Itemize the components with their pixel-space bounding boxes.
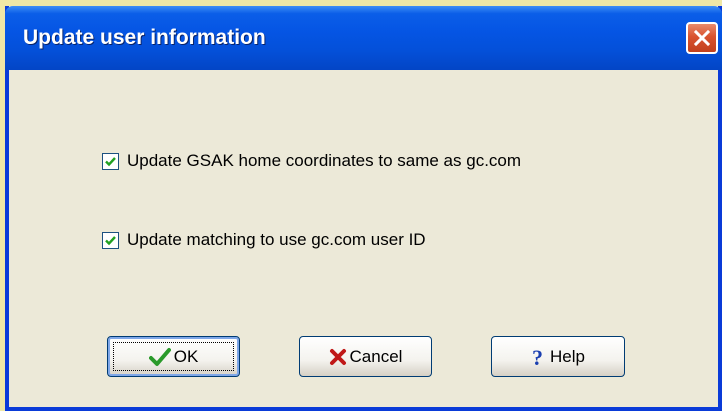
focus-rectangle [113, 342, 234, 371]
question-mark-icon: ? [531, 346, 547, 368]
checkmark-icon [105, 235, 116, 245]
home-coordinates-checkbox[interactable] [102, 152, 119, 170]
checkmark-icon [105, 156, 116, 166]
matching-label: Update matching to use gc.com user ID [127, 230, 426, 249]
matching-checkbox[interactable] [102, 231, 119, 249]
home-coordinates-label: Update GSAK home coordinates to same as … [127, 151, 522, 170]
dialog-body: Update GSAK home coordinates to same as … [9, 70, 718, 407]
option-update-home-coordinates[interactable]: Update GSAK home coordinates to same as … [102, 151, 521, 171]
close-button[interactable] [686, 22, 718, 54]
title-bar[interactable]: Update user information [5, 6, 722, 70]
dialog-window: Update user information Update GSAK home… [5, 6, 722, 411]
option-update-matching[interactable]: Update matching to use gc.com user ID [102, 230, 426, 250]
ok-button[interactable]: OK [107, 336, 240, 377]
cancel-label: Cancel [349, 346, 403, 366]
help-label: Help [550, 346, 585, 366]
cancel-button[interactable]: Cancel [299, 336, 432, 377]
help-button[interactable]: ? Help [491, 336, 625, 377]
dialog-title: Update user information [23, 26, 266, 49]
close-icon [693, 29, 711, 47]
svg-text:?: ? [532, 346, 543, 368]
x-icon [329, 348, 347, 366]
